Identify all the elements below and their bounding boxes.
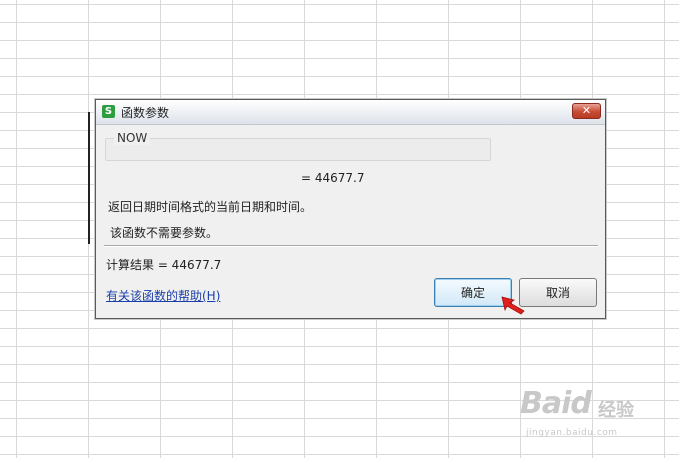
red-arrow-pointer-icon [501,296,525,315]
divider [104,245,598,247]
function-name-label: NOW [114,131,151,145]
function-arguments-dialog: S 函数参数 ✕ NOW = 44677.7 返回日期时间格式的当前日期和时间。… [95,99,606,319]
dialog-titlebar[interactable]: S 函数参数 ✕ [96,100,605,125]
watermark-text: 经验 [598,400,634,421]
cancel-button[interactable]: 取消 [519,278,597,307]
watermark-url: jingyan.baidu.com [526,428,618,438]
close-icon: ✕ [581,104,592,117]
watermark-logo: Baid [520,386,592,421]
function-help-link[interactable]: 有关该函数的帮助(H) [106,287,220,304]
dialog-title: 函数参数 [121,106,170,120]
no-arguments-note: 该函数不需要参数。 [110,226,219,240]
wps-spreadsheet-icon: S [102,105,115,118]
function-group-box [105,138,491,161]
function-value-preview: = 44677.7 [301,171,365,185]
cell-selection-edge [88,112,90,244]
calculation-result: 计算结果 = 44677.7 [106,258,222,272]
baidu-jingyan-watermark: Baid 经验 jingyan.baidu.com [520,386,670,444]
close-button[interactable]: ✕ [572,103,601,119]
function-description: 返回日期时间格式的当前日期和时间。 [108,200,313,214]
